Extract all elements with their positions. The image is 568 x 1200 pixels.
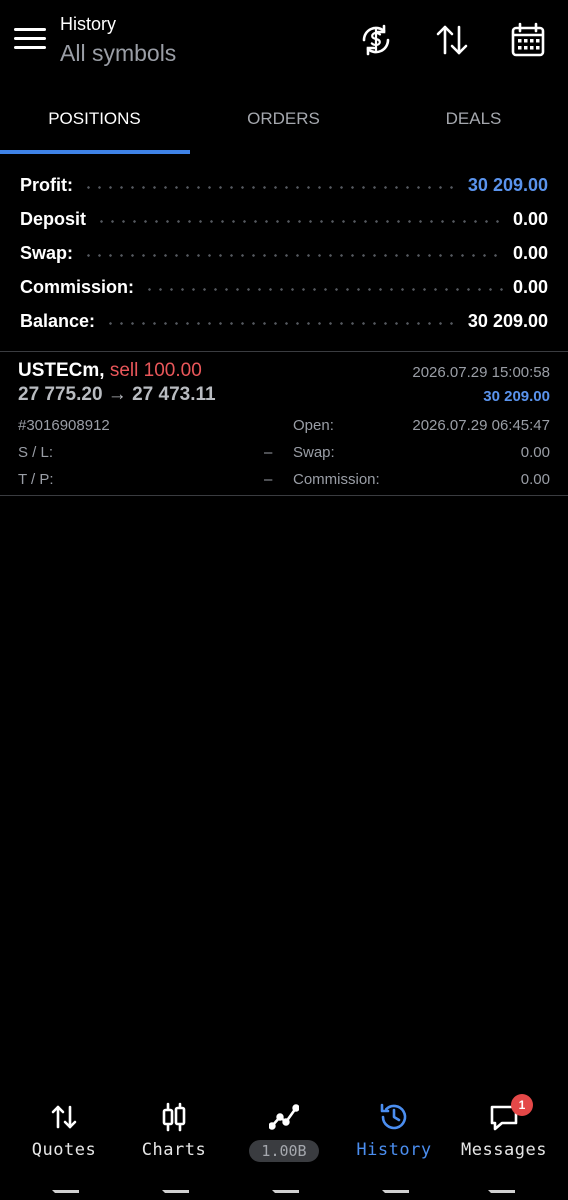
divider: [0, 495, 568, 496]
divider: [0, 351, 568, 352]
dotted-leader: [144, 287, 503, 291]
hamburger-menu-icon[interactable]: [14, 28, 46, 54]
dotted-leader: [105, 321, 458, 325]
nav-quotes[interactable]: Quotes: [9, 1090, 119, 1160]
summary-value: 0.00: [512, 208, 548, 229]
summary-value: 30 209.00: [467, 174, 548, 195]
summary-label: Profit:: [20, 174, 73, 195]
trend-line-icon: [268, 1102, 300, 1132]
summary-row-balance: Balance: 30 209.00: [20, 304, 548, 338]
cropped-icon: [52, 1190, 79, 1200]
summary-label: Swap:: [20, 242, 74, 263]
nav-history[interactable]: History: [339, 1090, 449, 1160]
summary-label: Balance:: [20, 310, 96, 331]
sl-label: S / L:: [18, 444, 54, 461]
dotted-leader: [96, 219, 503, 223]
screen: History All symbols POSITIONS ORDERS DEA…: [0, 0, 568, 1200]
summary-value: 0.00: [512, 276, 548, 297]
messages-badge: 1: [511, 1094, 533, 1116]
position-side: sell 100.00: [109, 360, 202, 381]
currency-refresh-icon[interactable]: [358, 22, 394, 58]
summary-value: 30 209.00: [467, 310, 548, 331]
tab-deals[interactable]: DEALS: [379, 96, 568, 152]
position-prices: 27 775.20 → 27 473.11: [18, 384, 216, 405]
cropped-icon: [162, 1190, 189, 1200]
summary-label: Commission:: [20, 276, 135, 297]
cropped-icon: [272, 1190, 299, 1200]
history-clock-icon: [379, 1102, 409, 1132]
open-label: Open:: [293, 417, 334, 434]
app-header: History All symbols: [0, 0, 568, 86]
position-close-time: 2026.07.29 15:00:58: [412, 364, 550, 381]
trade-volume-pill: 1.00B: [249, 1140, 319, 1162]
title-block[interactable]: History All symbols: [60, 14, 176, 67]
quotes-arrows-icon: [49, 1102, 79, 1132]
nav-messages[interactable]: 1 Messages: [449, 1090, 559, 1160]
summary-row-commission: Commission: 0.00: [20, 270, 548, 304]
nav-messages-label: Messages: [461, 1140, 547, 1160]
cropped-icon: [382, 1190, 409, 1200]
position-ticket: #3016908912: [18, 417, 110, 434]
sort-icon[interactable]: [434, 22, 470, 58]
tp-value: –: [264, 471, 273, 488]
position-item[interactable]: USTECm, sell 100.00 2026.07.29 15:00:58 …: [18, 360, 550, 490]
tab-orders[interactable]: ORDERS: [189, 96, 378, 152]
tab-positions[interactable]: POSITIONS: [0, 96, 189, 152]
active-tab-indicator: [0, 150, 190, 154]
dotted-leader: [83, 185, 458, 189]
position-symbol: USTECm,: [18, 360, 105, 381]
tp-label: T / P:: [18, 471, 54, 488]
dotted-leader: [83, 253, 503, 257]
swap-label: Swap:: [293, 444, 335, 461]
nav-charts-label: Charts: [141, 1140, 207, 1160]
nav-charts[interactable]: Charts: [119, 1090, 229, 1160]
page-title: History: [60, 14, 117, 34]
nav-history-label: History: [356, 1140, 432, 1160]
history-tabs: POSITIONS ORDERS DEALS: [0, 96, 568, 154]
calendar-icon[interactable]: [510, 22, 546, 58]
cropped-nav-row: [0, 1190, 568, 1200]
position-profit: 30 209.00: [483, 388, 550, 405]
sl-value: –: [264, 444, 273, 461]
summary-label: Deposit: [20, 208, 87, 229]
commission-value: 0.00: [520, 471, 550, 488]
candlestick-icon: [159, 1102, 189, 1132]
summary-value: 0.00: [512, 242, 548, 263]
nav-trade[interactable]: 1.00B: [229, 1090, 339, 1162]
open-value: 2026.07.29 06:45:47: [412, 417, 550, 434]
summary-row-profit: Profit: 30 209.00: [20, 168, 548, 202]
swap-value: 0.00: [520, 444, 550, 461]
nav-quotes-label: Quotes: [31, 1140, 97, 1160]
chat-bubble-icon: 1: [489, 1094, 533, 1132]
summary-panel: Profit: 30 209.00 Deposit 0.00 Swap: 0.0…: [20, 168, 548, 338]
commission-label: Commission:: [293, 471, 380, 488]
position-header: USTECm, sell 100.00: [18, 360, 202, 382]
summary-row-swap: Swap: 0.00: [20, 236, 548, 270]
summary-row-deposit: Deposit 0.00: [20, 202, 548, 236]
bottom-navigation: Quotes Charts 1.00B History 1 Messages: [0, 1090, 568, 1180]
cropped-icon: [488, 1190, 515, 1200]
symbol-filter[interactable]: All symbols: [60, 40, 176, 67]
